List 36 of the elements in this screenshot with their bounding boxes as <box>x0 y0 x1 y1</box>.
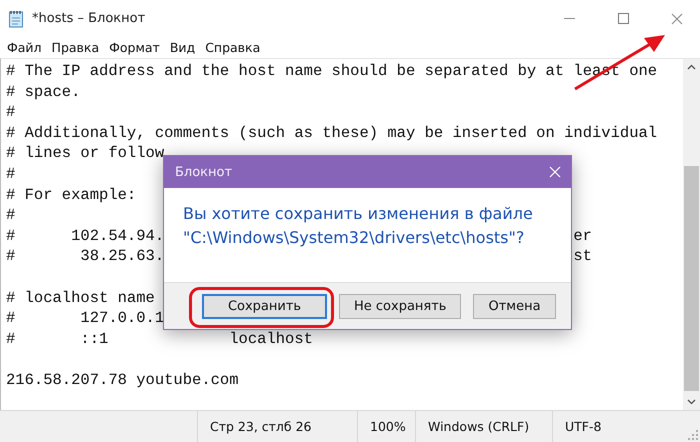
text-line: # <box>6 205 16 226</box>
text-line: # 127.0.0.1 <box>6 308 164 329</box>
scroll-thumb[interactable] <box>684 166 699 391</box>
menu-item[interactable]: Файл <box>2 40 47 55</box>
resize-grip-icon[interactable] <box>688 430 698 440</box>
status-text: UTF-8 <box>565 419 602 434</box>
text-line: er <box>573 226 592 246</box>
text-line: # <box>6 164 16 185</box>
menu-item[interactable]: Формат <box>104 40 165 55</box>
text-line: # For example: <box>6 184 136 206</box>
text-line: # 102.54.94. <box>6 226 164 246</box>
notepad-icon <box>8 10 24 28</box>
maximize-icon[interactable] <box>618 13 628 24</box>
text-line: # lines or follow <box>6 143 164 164</box>
text-line: # ::1 localhost <box>6 328 313 350</box>
menu-item[interactable]: Справка <box>200 40 266 55</box>
text-line: # localhost name <box>6 288 155 308</box>
close-icon[interactable] <box>671 12 683 24</box>
dialog-button[interactable]: Отмена <box>473 294 556 318</box>
status-text: Windows (CRLF) <box>428 419 530 434</box>
minimize-icon[interactable] <box>564 18 574 19</box>
status-text: 100% <box>370 419 406 434</box>
text-line: # Additionally, comments (such as these) may be inserted on individual <box>6 122 658 144</box>
dialog-button[interactable]: Не сохранять <box>339 294 462 318</box>
window-title: *hosts – Блокнот <box>32 11 146 26</box>
text-line: # space. <box>6 82 80 102</box>
dialog-title: Блокнот <box>175 164 232 180</box>
menu-item[interactable]: Вид <box>164 40 200 55</box>
text-line: # 38.25.63. <box>6 246 164 267</box>
dialog-button[interactable]: Сохранить <box>202 294 327 318</box>
text-line: st <box>573 246 592 267</box>
status-text: Стр 23, стлб 26 <box>210 419 312 434</box>
text-line: # <box>6 102 16 123</box>
text-line: 216.58.207.78 youtube.com <box>6 370 239 390</box>
menu-item[interactable]: Правка <box>46 40 104 55</box>
dialog-message: Вы хотите сохранить изменения в файле "C:\Windows\System32\drivers\etc\hosts"? <box>183 203 534 249</box>
